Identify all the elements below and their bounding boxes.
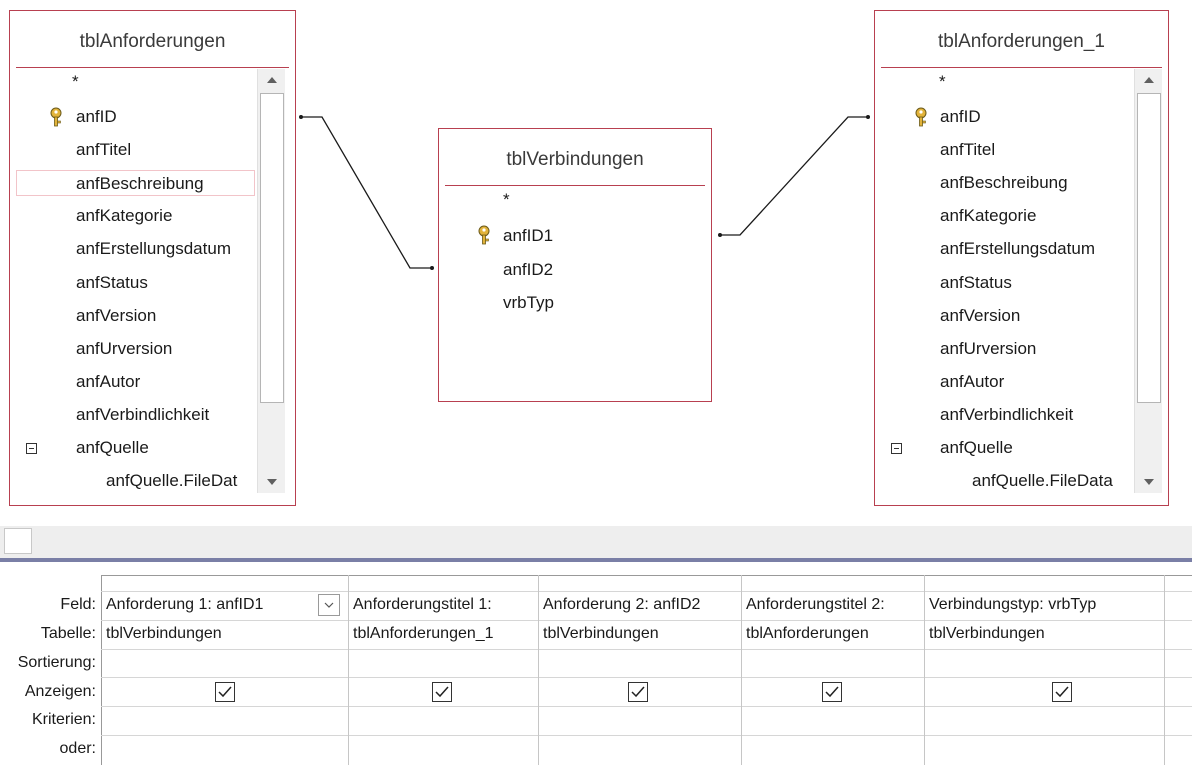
show-checkbox[interactable] bbox=[432, 682, 452, 702]
show-checkbox[interactable] bbox=[822, 682, 842, 702]
grid-col-divider bbox=[741, 575, 742, 765]
show-checkbox[interactable] bbox=[628, 682, 648, 702]
row-label-kriterien: Kriterien: bbox=[31, 711, 96, 728]
checkmark-icon bbox=[218, 686, 232, 698]
table-cell[interactable]: tblVerbindungen bbox=[106, 620, 346, 648]
row-label-tabelle: Tabelle: bbox=[40, 625, 96, 642]
table-cell[interactable]: tblVerbindungen bbox=[543, 620, 740, 648]
grid-col-divider bbox=[1164, 575, 1165, 765]
pane-splitter[interactable] bbox=[0, 526, 1192, 560]
field-cell[interactable]: Anforderung 1: anfID1 bbox=[106, 591, 316, 619]
grid-row-divider bbox=[101, 677, 1192, 678]
table-cell[interactable]: tblAnforderungen bbox=[746, 620, 923, 648]
field-cell[interactable]: Anforderungstitel 1: bbox=[353, 591, 537, 619]
row-label-feld: Feld: bbox=[60, 596, 96, 613]
checkmark-icon bbox=[435, 686, 449, 698]
join-line-anfid-anfid1 bbox=[301, 116, 432, 269]
grid-row-divider bbox=[101, 706, 1192, 707]
field-cell[interactable]: Anforderung 2: anfID2 bbox=[543, 591, 740, 619]
grid-col-divider bbox=[924, 575, 925, 765]
show-checkbox[interactable] bbox=[1052, 682, 1072, 702]
join-endpoint bbox=[718, 233, 722, 237]
checkmark-icon bbox=[631, 686, 645, 698]
splitter-handle[interactable] bbox=[4, 528, 32, 554]
grid-col-divider bbox=[538, 575, 539, 765]
row-label-sortierung: Sortierung: bbox=[17, 654, 96, 671]
checkmark-icon bbox=[825, 686, 839, 698]
grid-col-divider bbox=[348, 575, 349, 765]
show-checkbox[interactable] bbox=[215, 682, 235, 702]
join-endpoint bbox=[430, 266, 434, 270]
row-label-oder: oder: bbox=[59, 740, 96, 757]
field-cell[interactable]: Verbindungstyp: vrbTyp bbox=[929, 591, 1163, 619]
join-line-anfid2-anfid bbox=[720, 116, 868, 236]
table-cell[interactable]: tblVerbindungen bbox=[929, 620, 1163, 648]
grid-row-divider bbox=[101, 735, 1192, 736]
join-endpoint bbox=[866, 115, 870, 119]
join-endpoint bbox=[299, 115, 303, 119]
query-design-pane: tblAnforderungen * anfID anfTitel anfBes… bbox=[0, 0, 1192, 526]
relationship-lines bbox=[299, 115, 870, 270]
checkmark-icon bbox=[1055, 686, 1069, 698]
row-label-anzeigen: Anzeigen: bbox=[24, 683, 96, 700]
field-cell[interactable]: Anforderungstitel 2: bbox=[746, 591, 923, 619]
chevron-down-icon[interactable] bbox=[318, 594, 340, 616]
table-cell[interactable]: tblAnforderungen_1 bbox=[353, 620, 537, 648]
grid-row-divider bbox=[101, 649, 1192, 650]
